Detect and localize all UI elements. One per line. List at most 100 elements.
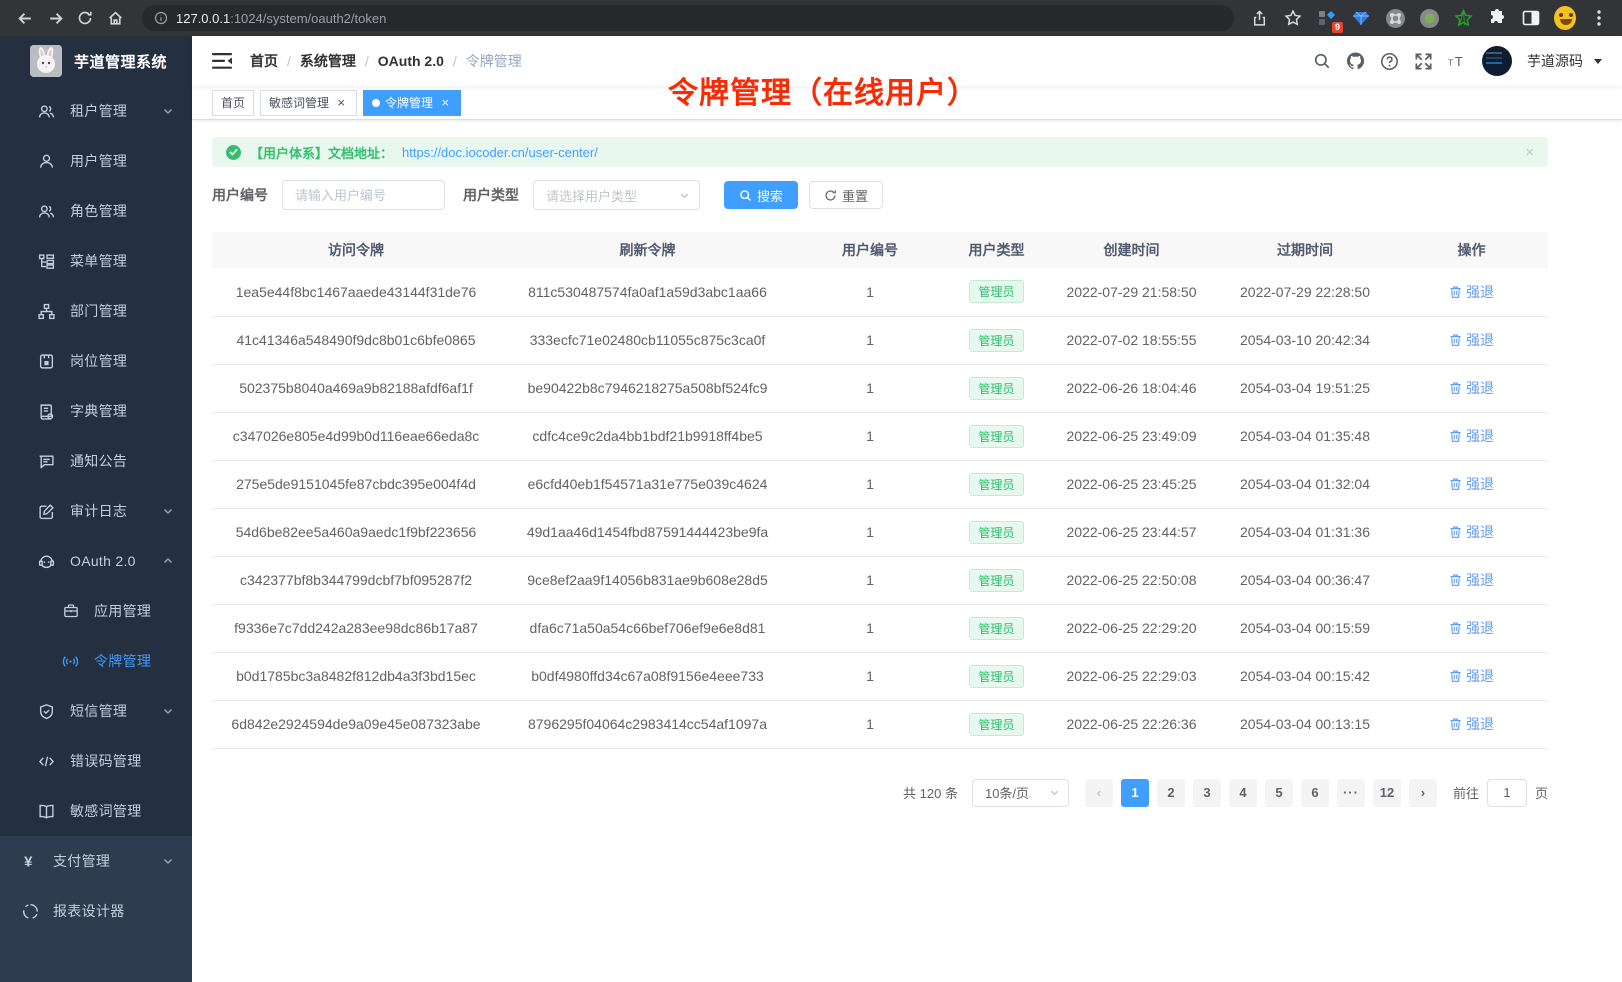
- sidebar-item-post[interactable]: 岗位管理: [0, 336, 192, 386]
- user-avatar[interactable]: [1482, 46, 1512, 76]
- tab-home[interactable]: 首页: [212, 90, 254, 116]
- table-row: 502375b8040a469a9b82188afdf6af1f be90422…: [212, 364, 1548, 412]
- font-size-icon[interactable]: TT: [1448, 52, 1467, 71]
- force-logout-link[interactable]: 强退: [1449, 522, 1494, 542]
- alert-close-icon[interactable]: ×: [1525, 145, 1534, 160]
- sidebar-item-role[interactable]: 角色管理: [0, 186, 192, 236]
- org-chart-icon: [38, 303, 55, 320]
- sidebar-item-oauth2-token[interactable]: 令牌管理: [0, 636, 192, 686]
- user-type-select[interactable]: 请选择用户类型: [533, 180, 700, 210]
- tab-token[interactable]: 令牌管理×: [363, 90, 461, 116]
- user-id-label: 用户编号: [212, 185, 268, 205]
- tab-sensitive-word[interactable]: 敏感词管理×: [260, 90, 357, 116]
- green-star-icon[interactable]: [1452, 7, 1474, 29]
- cell-access-token: 54d6be82ee5a460a9aedc1f9bf223656: [212, 508, 500, 556]
- home-icon[interactable]: [102, 5, 128, 31]
- app-logo[interactable]: 芋道管理系统: [0, 36, 192, 86]
- sidebar-item-audit-log[interactable]: 审计日志: [0, 486, 192, 536]
- sidebar-item-sensitive-word[interactable]: 敏感词管理: [0, 786, 192, 836]
- sidebar-item-user[interactable]: 用户管理: [0, 136, 192, 186]
- bookmark-star-icon[interactable]: [1282, 7, 1304, 29]
- sidebar-item-sms[interactable]: 短信管理: [0, 686, 192, 736]
- pager-ellipsis[interactable]: ···: [1337, 779, 1365, 807]
- breadcrumb-separator: /: [453, 53, 457, 69]
- back-icon[interactable]: [12, 5, 38, 31]
- filter-form: 用户编号 用户类型 请选择用户类型 搜索 重置: [212, 180, 1622, 210]
- help-icon[interactable]: [1380, 52, 1399, 71]
- fullscreen-icon[interactable]: [1414, 52, 1433, 71]
- force-logout-link[interactable]: 强退: [1449, 474, 1494, 494]
- page-button-12[interactable]: 12: [1373, 779, 1401, 807]
- url-bar[interactable]: 127.0.0.1:1024/system/oauth2/token: [142, 5, 1234, 31]
- cell-user-id: 1: [795, 316, 945, 364]
- sidebar-item-menu[interactable]: 菜单管理: [0, 236, 192, 286]
- user-type-badge: 管理员: [969, 665, 1023, 688]
- cell-expire-time: 2054-03-04 00:36:47: [1215, 556, 1395, 604]
- force-logout-link[interactable]: 强退: [1449, 378, 1494, 398]
- doc-link[interactable]: https://doc.iocoder.cn/user-center/: [402, 145, 598, 160]
- search-icon[interactable]: [1312, 52, 1331, 71]
- share-icon[interactable]: [1248, 7, 1270, 29]
- chevron-down-icon: [162, 855, 174, 867]
- search-button[interactable]: 搜索: [724, 181, 798, 209]
- force-logout-link[interactable]: 强退: [1449, 282, 1494, 302]
- command-circle-icon[interactable]: [1384, 7, 1406, 29]
- force-logout-link[interactable]: 强退: [1449, 570, 1494, 590]
- goto-page-input[interactable]: [1487, 779, 1527, 807]
- next-page-button[interactable]: ›: [1409, 779, 1437, 807]
- cell-user-id: 1: [795, 364, 945, 412]
- puzzle-icon[interactable]: [1486, 7, 1508, 29]
- sidebar-item-dept[interactable]: 部门管理: [0, 286, 192, 336]
- cell-refresh-token: 811c530487574fa0af1a59d3abc1aa66: [500, 268, 795, 316]
- reset-button[interactable]: 重置: [809, 181, 883, 209]
- table-row: 6d842e2924594de9a09e45e087323abe 8796295…: [212, 700, 1548, 748]
- force-logout-link[interactable]: 强退: [1449, 330, 1494, 350]
- breadcrumb-item[interactable]: 系统管理: [300, 51, 356, 71]
- sidebar-item-tenant[interactable]: 租户管理: [0, 86, 192, 136]
- page-content: 【用户体系】文档地址： https://doc.iocoder.cn/user-…: [192, 120, 1622, 982]
- page-button-4[interactable]: 4: [1229, 779, 1257, 807]
- page-button-3[interactable]: 3: [1193, 779, 1221, 807]
- cell-refresh-token: 8796295f04064c2983414cc54af1097a: [500, 700, 795, 748]
- github-icon[interactable]: [1346, 52, 1365, 71]
- force-logout-link[interactable]: 强退: [1449, 666, 1494, 686]
- breadcrumb-item[interactable]: OAuth 2.0: [378, 53, 444, 69]
- page-size-select[interactable]: 10条/页: [972, 779, 1069, 807]
- reload-icon[interactable]: [72, 5, 98, 31]
- sidebar-item-dict[interactable]: 字典管理: [0, 386, 192, 436]
- user-type-badge: 管理员: [969, 425, 1023, 448]
- force-logout-link[interactable]: 强退: [1449, 618, 1494, 638]
- user-menu-caret-icon[interactable]: [1594, 59, 1602, 64]
- collapse-sidebar-icon[interactable]: [212, 53, 232, 69]
- chevron-down-icon: [162, 505, 174, 517]
- sidebar-item-pay[interactable]: ¥支付管理: [0, 836, 192, 886]
- close-tab-icon[interactable]: ×: [438, 96, 452, 110]
- column-header: 访问令牌: [212, 232, 500, 268]
- breadcrumb-item[interactable]: 首页: [250, 51, 278, 71]
- page-button-1[interactable]: 1: [1121, 779, 1149, 807]
- sidebar-item-oauth2-app[interactable]: 应用管理: [0, 586, 192, 636]
- sidebar-item-oauth2[interactable]: OAuth 2.0: [0, 536, 192, 586]
- forward-icon[interactable]: [42, 5, 68, 31]
- force-logout-link[interactable]: 强退: [1449, 426, 1494, 446]
- page-button-6[interactable]: 6: [1301, 779, 1329, 807]
- close-tab-icon[interactable]: ×: [334, 96, 348, 110]
- user-id-input[interactable]: [282, 180, 445, 210]
- prev-page-button[interactable]: ‹: [1085, 779, 1113, 807]
- cell-create-time: 2022-07-02 18:55:55: [1048, 316, 1215, 364]
- sidebar-item-error-code[interactable]: 错误码管理: [0, 736, 192, 786]
- sidebar-item-notice[interactable]: 通知公告: [0, 436, 192, 486]
- site-info-icon[interactable]: [154, 11, 168, 25]
- extension-cluster-icon[interactable]: 9: [1316, 7, 1338, 29]
- profile-emoji-avatar[interactable]: [1554, 7, 1576, 29]
- page-button-2[interactable]: 2: [1157, 779, 1185, 807]
- gem-icon[interactable]: [1350, 7, 1372, 29]
- split-view-icon[interactable]: [1520, 7, 1542, 29]
- username[interactable]: 芋道源码: [1527, 51, 1583, 71]
- url-text: 127.0.0.1:1024/system/oauth2/token: [176, 11, 386, 26]
- sidebar-item-report[interactable]: 报表设计器: [0, 886, 192, 936]
- force-logout-link[interactable]: 强退: [1449, 714, 1494, 734]
- record-dot-icon[interactable]: [1418, 7, 1440, 29]
- page-button-5[interactable]: 5: [1265, 779, 1293, 807]
- browser-menu-kebab-icon[interactable]: [1588, 7, 1610, 29]
